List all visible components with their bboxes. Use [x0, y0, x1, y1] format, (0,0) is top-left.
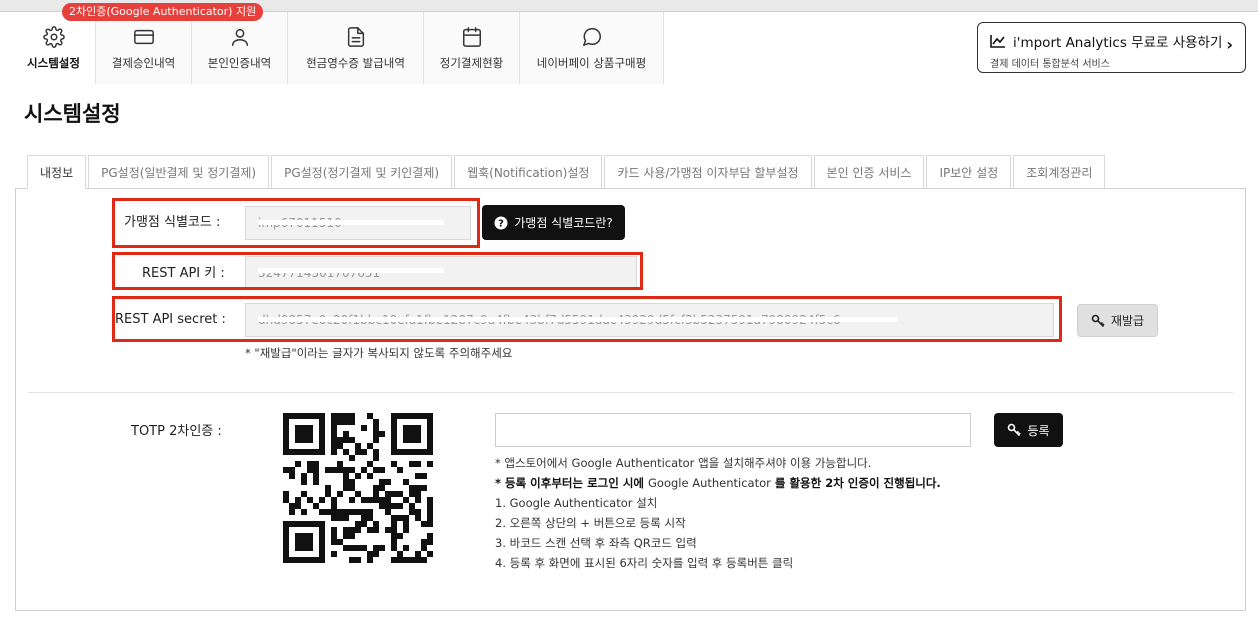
settings-tabs: 내정보 PG설정(일반결제 및 정기결제) PG설정(정기결제 및 키인결제) … — [27, 155, 1107, 189]
guide-line: * 앱스토어에서 Google Authenticator 앱을 설치해주셔야 … — [495, 456, 872, 470]
guide-step: 2. 오른쪽 상단의 + 버튼으로 등록 시작 — [495, 516, 686, 530]
chevron-right-icon: › — [1226, 35, 1233, 54]
tab-pg-recurring[interactable]: PG설정(정기결제 및 키인결제) — [271, 155, 453, 189]
totp-register-button[interactable]: 등록 — [994, 413, 1063, 447]
svg-text:?: ? — [498, 218, 504, 229]
page-title: 시스템설정 — [24, 102, 121, 126]
receipt-icon — [347, 26, 364, 47]
redaction-bar — [258, 317, 898, 322]
reissue-button[interactable]: 재발급 — [1077, 304, 1158, 337]
guide-line-emphasis: * 등록 이후부터는 로그인 시에 Google Authenticator 를… — [495, 473, 941, 493]
main-nav: 2차인증(Google Authenticator) 지원 시스템설정 결제승인… — [12, 3, 664, 84]
merchant-code-help-button[interactable]: ? 가맹점 식별코드란? — [482, 205, 625, 240]
key-icon — [1091, 314, 1105, 327]
nav-label: 정기결제현황 — [439, 55, 504, 70]
nav-label: 현금영수증 발급내역 — [306, 55, 405, 70]
chart-line-icon — [990, 35, 1005, 48]
nav-cash-receipt[interactable]: 현금영수증 발급내역 — [288, 12, 424, 84]
promo-title: i'mport Analytics 무료로 사용하기 — [1013, 35, 1223, 51]
calendar-icon — [462, 26, 481, 47]
nav-label: 본인인증내역 — [207, 55, 272, 70]
gear-icon — [42, 25, 65, 48]
guide-step: 4. 등록 후 화면에 표시된 6자리 숫자를 입력 후 등록버튼 클릭 — [495, 556, 794, 570]
guide-text: 를 활용한 2차 인증이 진행됩니다. — [770, 476, 941, 490]
two-factor-badge: 2차인증(Google Authenticator) 지원 — [62, 3, 264, 21]
section-divider — [28, 392, 1233, 393]
card-icon — [133, 29, 154, 44]
nav-identity-history[interactable]: 본인인증내역 — [192, 12, 288, 84]
redaction-bar — [258, 268, 444, 273]
api-key-label: REST API 키 : — [142, 266, 225, 281]
register-button-label: 등록 — [1027, 423, 1050, 438]
guide-step: 1. Google Authenticator 설치 — [495, 496, 658, 510]
merchant-code-label: 가맹점 식별코드 : — [124, 215, 221, 230]
nav-system-settings[interactable]: 시스템설정 — [12, 12, 96, 84]
api-key-field[interactable]: 5247714501707651 — [245, 256, 637, 290]
nav-payment-history[interactable]: 결제승인내역 — [96, 12, 192, 84]
analytics-promo-button[interactable]: i'mport Analytics 무료로 사용하기 결제 데이터 통합분석 서… — [977, 22, 1246, 73]
nav-label: 결제승인내역 — [111, 55, 176, 70]
api-secret-label: REST API secret : — [115, 312, 226, 327]
totp-guide: * 앱스토어에서 Google Authenticator 앱을 설치해주셔야 … — [495, 453, 941, 573]
chat-bubble-icon — [582, 27, 601, 46]
nav-label: 시스템설정 — [27, 55, 80, 70]
reissue-note: * "재발급"이라는 글자가 복사되지 않도록 주의해주세요 — [245, 346, 513, 360]
help-button-label: 가맹점 식별코드란? — [514, 216, 613, 230]
totp-code-input[interactable] — [495, 413, 971, 447]
key-icon — [1008, 423, 1022, 437]
reissue-button-label: 재발급 — [1110, 314, 1145, 328]
totp-label: TOTP 2차인증 : — [131, 424, 222, 439]
tab-pg-general[interactable]: PG설정(일반결제 및 정기결제) — [88, 155, 270, 189]
guide-text: Google Authenticator — [648, 476, 771, 490]
qr-code — [283, 413, 433, 563]
tab-installment[interactable]: 카드 사용/가맹점 이자부담 할부설정 — [604, 155, 812, 189]
tab-webhook[interactable]: 웹훅(Notification)설정 — [454, 155, 603, 189]
tab-viewer-accounts[interactable]: 조회계정관리 — [1013, 155, 1106, 189]
question-circle-icon: ? — [494, 216, 508, 229]
guide-text: * 등록 이후부터는 로그인 시에 — [495, 476, 648, 490]
tab-ip-security[interactable]: IP보안 설정 — [926, 155, 1012, 189]
tab-my-info[interactable]: 내정보 — [27, 155, 87, 189]
user-icon — [231, 28, 248, 46]
promo-subtitle: 결제 데이터 통합분석 서비스 — [990, 59, 1110, 70]
guide-step: 3. 바코드 스캔 선택 후 좌측 QR코드 입력 — [495, 536, 697, 550]
redaction-bar — [258, 220, 444, 225]
tab-identity-service[interactable]: 본인 인증 서비스 — [813, 155, 925, 189]
nav-subscription-status[interactable]: 정기결제현황 — [424, 12, 520, 84]
nav-naverpay-reviews[interactable]: 네이버페이 상품구매평 — [520, 12, 664, 84]
nav-label: 네이버페이 상품구매평 — [536, 55, 647, 70]
